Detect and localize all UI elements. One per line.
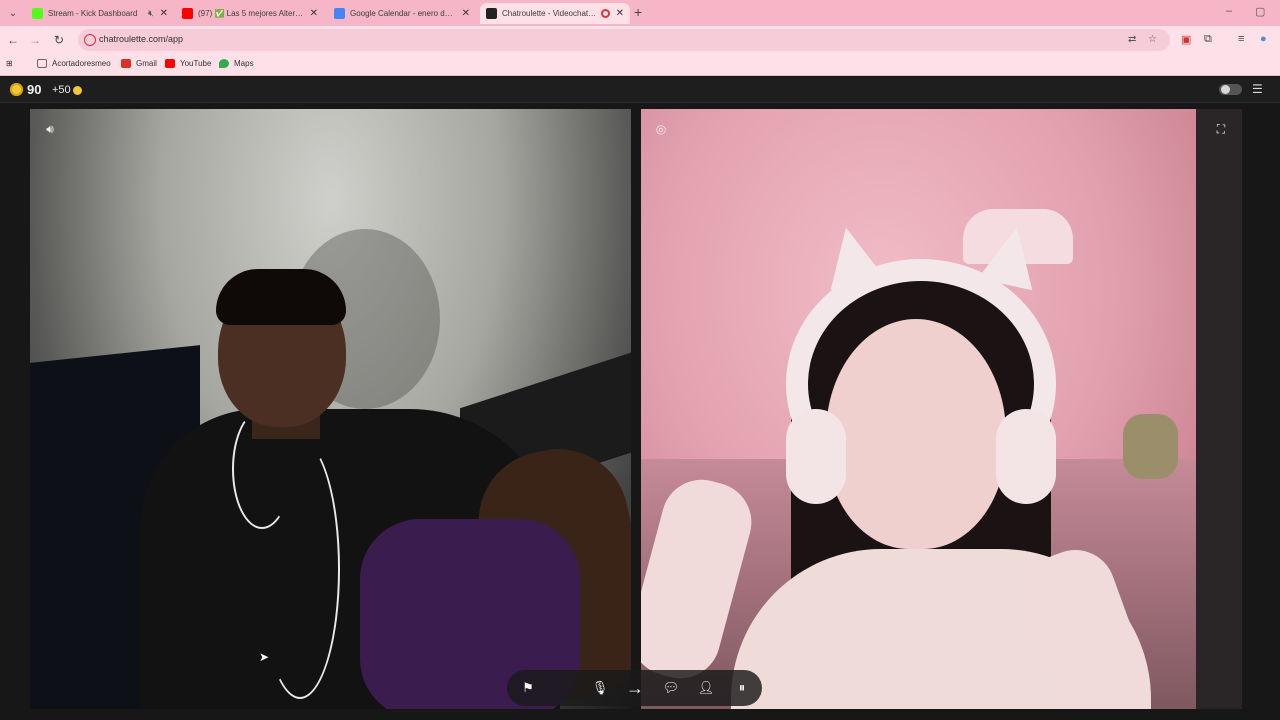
tab-title: Stream - Kick Dashboard [48,9,138,18]
coin-balance[interactable]: 90 [27,82,41,97]
chat-bubble-icon[interactable]: 💬︎ [661,678,681,698]
bookmarks-bar: ⊞ Acortadoresmeo Gmail YouTube Maps [0,54,1280,76]
remote-video: ◎ ⛶ [641,109,1242,709]
pause-icon[interactable]: ⏸︎ [732,678,752,698]
bookmark-acortadoresmeo[interactable]: Acortadoresmeo [37,59,111,68]
bonus-amount: +50 [52,84,71,96]
recording-icon [600,9,610,18]
filters-icon[interactable]: ☰ [1252,82,1263,96]
bookmark-label: YouTube [180,59,212,68]
mouse-cursor-icon: ➤ [259,650,270,664]
door [1196,109,1242,709]
toggle-knob [1221,85,1230,94]
cat-ear-left [818,221,886,291]
theme-toggle[interactable] [1219,84,1242,95]
back-icon[interactable]: ← [5,32,21,48]
close-tab-icon[interactable]: ✕ [462,8,470,19]
tab-title: (97) ✅ Las 5 mejores Alternati [198,9,304,18]
address-bar[interactable]: chatroulette.com/app ⇄ ☆ [78,29,1170,51]
reading-list-icon[interactable]: ≡ [1238,33,1244,45]
flag-icon[interactable]: ⚑ [518,678,538,698]
earphone-cable [260,439,340,699]
fullscreen-icon[interactable]: ⛶ [1212,120,1230,138]
bookmark-star-icon[interactable]: ☆ [1148,34,1157,45]
speaker-icon[interactable]: 🔊︎ [41,120,59,138]
maximize-icon[interactable]: ▢ [1255,5,1265,18]
browser-toolbar: ← → ↻ chatroulette.com/app ⇄ ☆ [0,26,1280,54]
youtube-favicon-icon [182,8,193,19]
folder-icon [37,59,47,68]
chatroulette-app: 90 +50 ☰ 🔊︎ ◎ ⛶ ⚑ 🎙︎ → 💬︎ 👤︎ ⏸︎ ➤ [0,77,1280,720]
maps-icon [219,59,229,68]
close-tab-icon[interactable]: ✕ [310,8,318,19]
gmail-icon [121,59,131,68]
bookmark-label: Maps [234,59,254,68]
tab-title: Google Calendar - enero de 20 [350,9,456,18]
forward-icon[interactable]: → [27,32,43,48]
microphone-icon[interactable]: 🎙︎ [590,678,610,698]
translate-icon[interactable]: ⇄ [1128,34,1136,45]
headset-earcup-left [786,409,846,504]
apps-grid-icon[interactable]: ⊞ [6,59,13,68]
bookmark-youtube[interactable]: YouTube [165,59,211,68]
headset-earcup-right [996,409,1056,504]
add-user-icon[interactable]: 👤︎ [696,678,716,698]
call-controls: ⚑ 🎙︎ → 💬︎ 👤︎ ⏸︎ [507,670,762,706]
coin-icon [72,85,82,95]
close-tab-icon[interactable]: ✕ [616,8,624,19]
next-arrow-icon[interactable]: → [625,678,645,698]
bookmark-gmail[interactable]: Gmail [121,59,157,68]
app-top-bar: 90 +50 ☰ [0,77,1280,103]
profile-avatar[interactable]: ● [1260,33,1267,45]
chatroulette-favicon-icon [486,8,497,19]
minimize-icon[interactable]: – [1226,5,1232,17]
cat-ear-right [977,221,1045,291]
calendar-favicon-icon [334,8,345,19]
tab-google-calendar[interactable]: Google Calendar - enero de 20 ✕ [328,3,476,24]
room-object [1123,414,1178,479]
tab-chatroulette[interactable]: Chatroulette - Videochat ali ✕ [480,3,630,24]
tab-kick-dashboard[interactable]: Stream - Kick Dashboard 🔇︎ ✕ [26,3,174,24]
extensions-puzzle-icon[interactable]: ⧉ [1204,33,1212,46]
muted-icon[interactable]: 🔇︎ [148,8,154,19]
tab-strip: ⌄ Stream - Kick Dashboard 🔇︎ ✕ (97) ✅ La… [0,0,1280,26]
coin-icon [10,83,23,96]
tab-youtube-video[interactable]: (97) ✅ Las 5 mejores Alternati ✕ [176,3,324,24]
kick-favicon-icon [32,8,43,19]
site-info-icon[interactable] [84,34,96,46]
local-video: 🔊︎ [30,109,631,709]
bookmark-maps[interactable]: Maps [219,59,254,68]
close-tab-icon[interactable]: ✕ [160,8,168,19]
camera-switch-icon[interactable]: ◎ [652,120,670,138]
person-hair [216,269,346,325]
extension-icon[interactable]: ▣ [1181,33,1191,46]
new-tab-button[interactable]: + [634,4,642,20]
bonus-coins[interactable]: +50 [52,84,82,96]
reload-icon[interactable]: ↻ [51,32,67,48]
bookmark-label: Acortadoresmeo [52,59,111,68]
url-text[interactable]: chatroulette.com/app [99,34,183,44]
youtube-icon [165,59,175,68]
tab-title: Chatroulette - Videochat ali [502,9,597,18]
tab-search-icon[interactable]: ⌄ [4,4,22,22]
bookmark-label: Gmail [136,59,157,68]
